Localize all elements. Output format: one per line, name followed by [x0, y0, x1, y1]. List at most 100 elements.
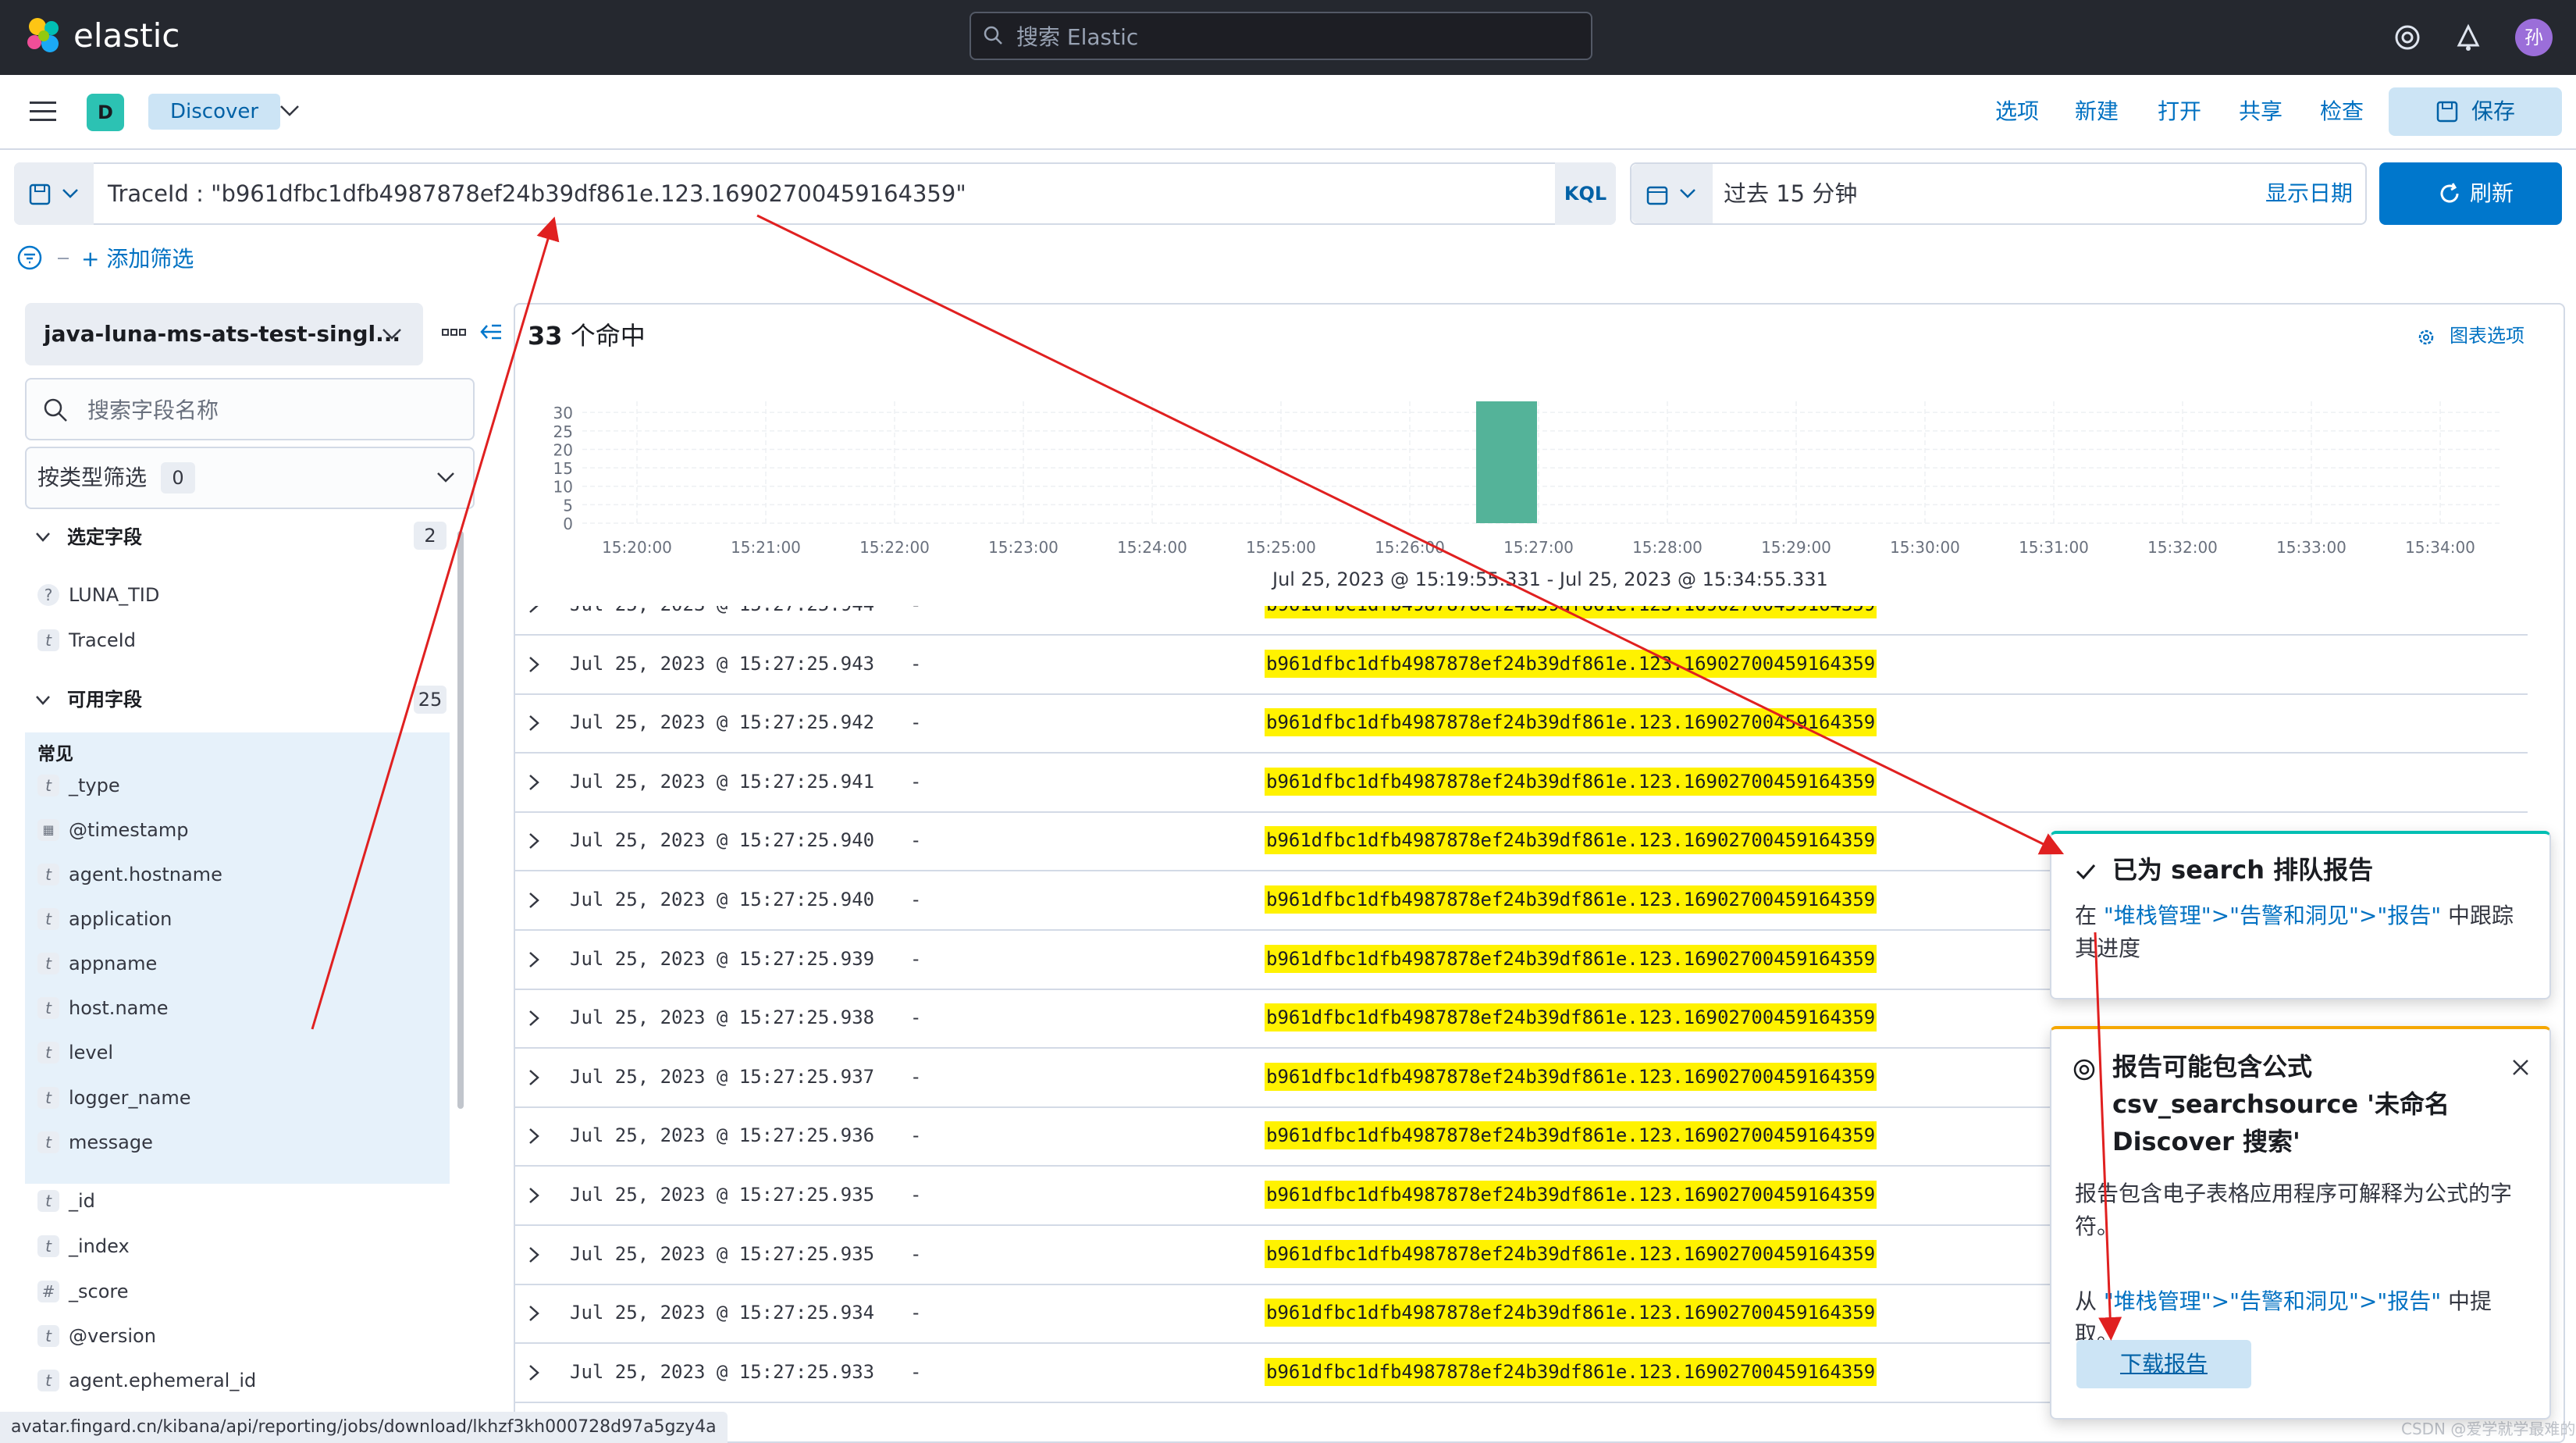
expand-row-icon[interactable]: [526, 1067, 542, 1088]
collapse-caret-icon[interactable]: [33, 527, 53, 547]
reporting-link[interactable]: "堆栈管理">"告警和洞见">"报告": [2104, 903, 2441, 928]
expand-row-icon[interactable]: [526, 1245, 542, 1265]
row-timestamp: Jul 25, 2023 @ 15:27:25.937: [570, 1065, 875, 1088]
table-row[interactable]: Jul 25, 2023 @ 15:27:25.941 - b961dfbc1dfb…: [515, 754, 2528, 813]
chevron-down-icon: [62, 189, 78, 198]
row-timestamp: Jul 25, 2023 @ 15:27:25.943: [570, 652, 875, 675]
expand-row-icon[interactable]: [526, 1185, 542, 1206]
space-avatar[interactable]: D: [87, 94, 124, 131]
field-search-input[interactable]: [86, 379, 464, 440]
string-type-icon: t: [37, 1042, 59, 1064]
toast-title: 报告可能包含公式 csv_searchsource '未命名 Discover …: [2112, 1052, 2450, 1156]
available-fields-title[interactable]: 可用字段: [67, 684, 142, 715]
row-separator: -: [910, 1065, 922, 1088]
user-avatar[interactable]: 孙: [2515, 19, 2553, 56]
expand-row-icon[interactable]: [526, 654, 542, 675]
expand-row-icon[interactable]: [526, 606, 542, 615]
global-search-input[interactable]: [1015, 13, 1564, 60]
refresh-button[interactable]: 刷新: [2379, 162, 2562, 225]
index-pattern-selector[interactable]: java-luna-ms-ats-test-singl...: [25, 303, 423, 365]
sidebar-scrollbar[interactable]: [457, 531, 464, 1109]
table-row[interactable]: Jul 25, 2023 @ 15:27:25.942 - b961dfbc1dfb…: [515, 694, 2528, 754]
global-search-field[interactable]: [970, 12, 1592, 60]
unknown-type-icon: ?: [37, 584, 59, 606]
save-button[interactable]: 保存: [2389, 87, 2562, 136]
expand-row-icon[interactable]: [526, 772, 542, 793]
save-icon: [2436, 101, 2458, 123]
histogram-bar[interactable]: [1476, 401, 1537, 523]
field-name: _score: [69, 1281, 129, 1302]
hits-suffix: 个命中: [562, 321, 646, 351]
filter-divider: [58, 258, 69, 259]
breadcrumb-discover[interactable]: Discover: [148, 94, 281, 130]
table-row[interactable]: Jul 25, 2023 @ 15:27:25.943 - b961dfbc1dfb…: [515, 636, 2528, 695]
chevron-down-icon[interactable]: [278, 102, 301, 120]
more-options-icon[interactable]: [440, 323, 468, 342]
expand-row-icon[interactable]: [526, 1126, 542, 1146]
index-pattern-name: java-luna-ms-ats-test-singl...: [44, 321, 401, 347]
menu-icon[interactable]: [30, 100, 56, 123]
brand-name[interactable]: elastic: [73, 14, 180, 58]
expand-row-icon[interactable]: [526, 1303, 542, 1324]
y-tick-label: 25: [553, 422, 573, 441]
download-report-button[interactable]: 下载报告: [2076, 1340, 2251, 1388]
expand-row-icon[interactable]: [526, 1008, 542, 1028]
new-link[interactable]: 新建: [2075, 94, 2119, 130]
field-name: _type: [69, 775, 120, 796]
date-range-value[interactable]: 过去 15 分钟: [1724, 176, 1857, 211]
open-link[interactable]: 打开: [2158, 94, 2201, 130]
saved-query-button[interactable]: [14, 162, 94, 225]
share-link[interactable]: 共享: [2239, 94, 2282, 130]
row-trace-id: b961dfbc1dfb4987878ef24b39df861e.123.169…: [1265, 767, 1877, 796]
string-type-icon: t: [37, 908, 59, 930]
field-name: appname: [69, 953, 158, 974]
x-tick-label: 15:27:00: [1503, 538, 1574, 557]
field-search-field[interactable]: [25, 378, 475, 440]
histogram-chart[interactable]: 051015202530 15:20:00 15:21:00 15:22:00 15:2…: [531, 389, 2514, 561]
row-trace-id: b961dfbc1dfb4987878ef24b39df861e.123.169…: [1265, 1357, 1877, 1386]
collapse-caret-icon[interactable]: [33, 690, 53, 711]
selected-fields-count: 2: [414, 522, 447, 550]
row-timestamp: Jul 25, 2023 @ 15:27:25.939: [570, 947, 875, 970]
add-filter-button[interactable]: + 添加筛选: [81, 244, 194, 275]
expand-row-icon[interactable]: [526, 1363, 542, 1383]
close-icon[interactable]: [2510, 1057, 2531, 1078]
chart-options-label: 图表选项: [2450, 325, 2524, 347]
row-trace-id: b961dfbc1dfb4987878ef24b39df861e.123.169…: [1265, 885, 1877, 914]
expand-row-icon[interactable]: [526, 890, 542, 910]
chevron-down-icon: [382, 329, 401, 340]
expand-row-icon[interactable]: [526, 950, 542, 970]
row-separator: -: [910, 1184, 922, 1206]
quick-date-button[interactable]: [1631, 164, 1713, 223]
selected-fields-title[interactable]: 选定字段: [67, 522, 142, 553]
save-label: 保存: [2471, 98, 2516, 124]
filter-icon[interactable]: [16, 244, 44, 272]
show-dates-link[interactable]: 显示日期: [2265, 176, 2353, 211]
refresh-icon: [2440, 183, 2459, 203]
y-tick-label: 20: [553, 440, 573, 459]
row-trace-id: b961dfbc1dfb4987878ef24b39df861e.123.169…: [1265, 1062, 1877, 1091]
x-tick-label: 15:31:00: [2019, 538, 2089, 557]
expand-row-icon[interactable]: [526, 831, 542, 851]
options-link[interactable]: 选项: [1995, 94, 2039, 130]
collapse-sidebar-icon[interactable]: [478, 319, 504, 345]
field-name: _id: [69, 1190, 95, 1212]
row-separator: -: [910, 1302, 922, 1324]
expand-row-icon[interactable]: [526, 713, 542, 733]
table-row[interactable]: Jul 25, 2023 @ 15:27:25.944 - b961dfbc1dfb…: [515, 606, 2528, 636]
type-filter-button[interactable]: 按类型筛选 0: [25, 447, 475, 509]
string-type-icon: t: [37, 1325, 59, 1347]
field-name: @timestamp: [69, 819, 189, 841]
saved-query-icon: [29, 183, 51, 205]
row-timestamp: Jul 25, 2023 @ 15:27:25.933: [570, 1360, 875, 1383]
report-queued-toast: 已为 search 排队报告 在 "堆栈管理">"告警和洞见">"报告" 中跟踪…: [2050, 831, 2551, 999]
row-separator: -: [910, 652, 922, 675]
newsfeed-icon[interactable]: [2451, 20, 2485, 55]
help-icon[interactable]: [2390, 20, 2425, 55]
elastic-logo-icon[interactable]: [23, 16, 64, 56]
reporting-link[interactable]: "堆栈管理">"告警和洞见">"报告": [2104, 1288, 2441, 1314]
inspect-link[interactable]: 检查: [2320, 94, 2364, 130]
query-input[interactable]: TraceId : "b961dfbc1dfb4987878ef24b39df8…: [108, 176, 966, 211]
row-trace-id: b961dfbc1dfb4987878ef24b39df861e.123.169…: [1265, 1299, 1877, 1327]
query-language-toggle[interactable]: KQL: [1555, 162, 1616, 225]
